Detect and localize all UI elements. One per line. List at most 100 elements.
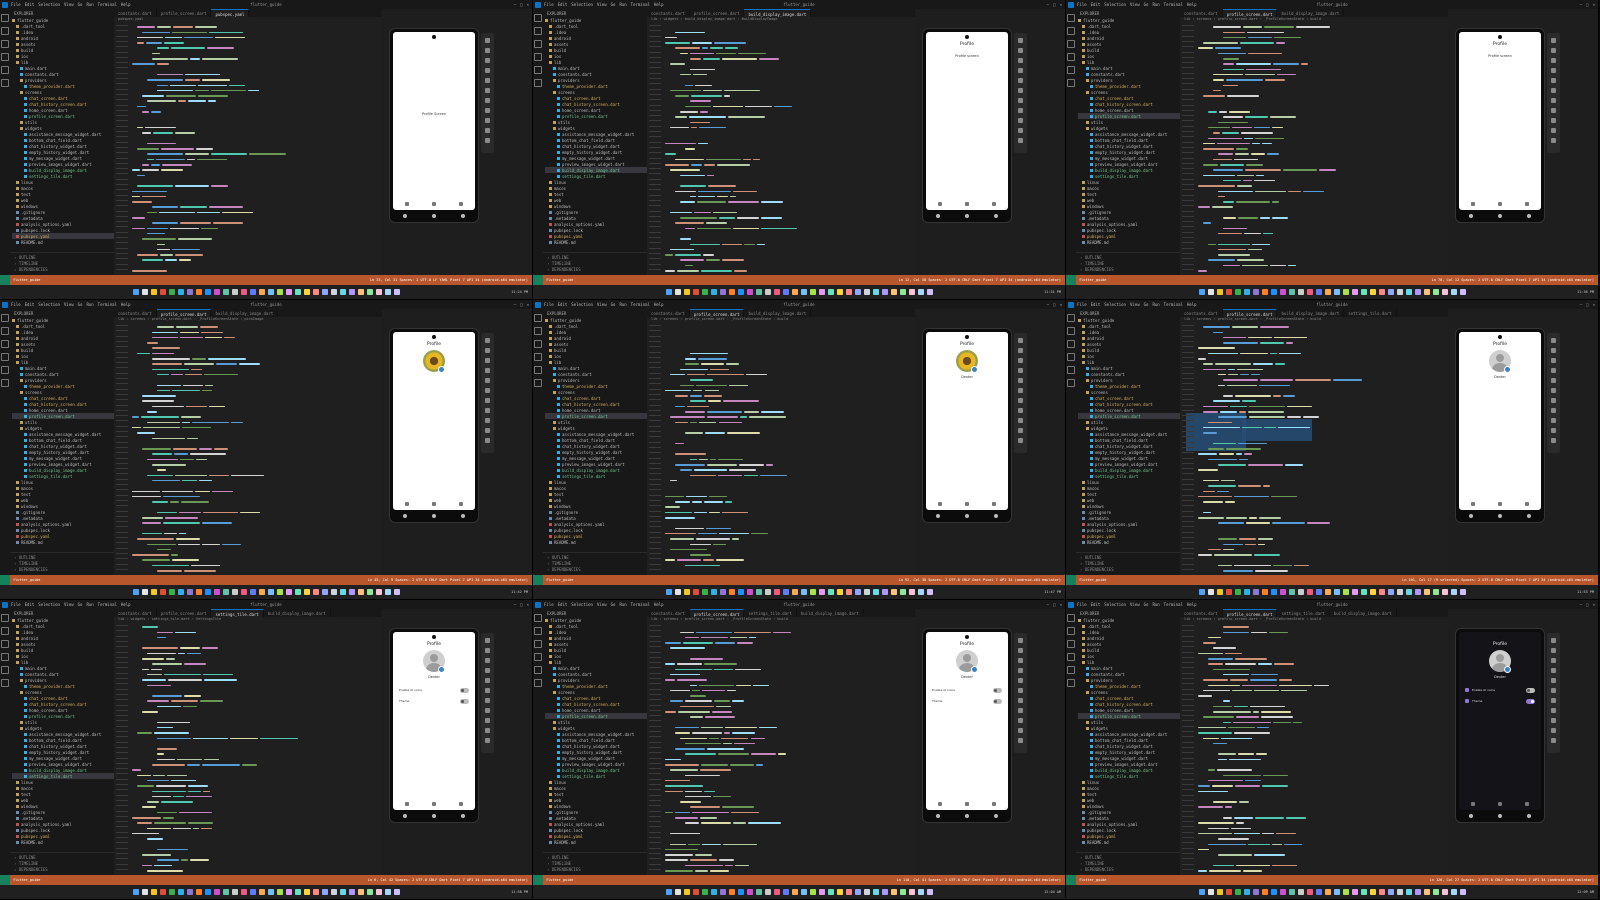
- taskbar-app-icon[interactable]: [1432, 289, 1439, 295]
- home-icon[interactable]: [1018, 718, 1023, 723]
- settings-tile[interactable]: Enable AI voice: [932, 686, 1002, 694]
- editor-tab[interactable]: profile_screen.dart: [1222, 609, 1278, 617]
- taskbar-app-icon[interactable]: [1432, 589, 1439, 595]
- screenshot-icon[interactable]: [1018, 88, 1023, 93]
- taskbar-app-icon[interactable]: [132, 589, 139, 595]
- taskbar-app-icon[interactable]: [1252, 889, 1259, 895]
- taskbar-app-icon[interactable]: [755, 889, 762, 895]
- taskbar-app-icon[interactable]: [827, 289, 834, 295]
- menu-item[interactable]: Go: [1144, 602, 1149, 607]
- power-icon[interactable]: [1018, 38, 1023, 43]
- editor-tab[interactable]: profile_screen.dart: [689, 609, 745, 617]
- profile-icon[interactable]: [992, 502, 997, 506]
- editor-tab[interactable]: constants.dart: [647, 609, 690, 617]
- taskbar-app-icon[interactable]: [366, 289, 373, 295]
- remote-indicator[interactable]: [0, 275, 10, 285]
- editor-tab[interactable]: pubspec.yaml: [211, 9, 250, 17]
- taskbar-app-icon[interactable]: [1279, 889, 1286, 895]
- menu-item[interactable]: Edit: [1091, 302, 1101, 307]
- home-icon[interactable]: [1497, 214, 1502, 218]
- search-icon[interactable]: [1, 27, 9, 35]
- taskbar-app-icon[interactable]: [683, 889, 690, 895]
- taskbar-app-icon[interactable]: [1396, 889, 1403, 895]
- extensions-icon[interactable]: [1, 66, 9, 74]
- back-icon[interactable]: [1551, 108, 1556, 113]
- remote-indicator[interactable]: [0, 875, 10, 885]
- taskbar-app-icon[interactable]: [1387, 289, 1394, 295]
- minimize-icon[interactable]: –: [1047, 2, 1049, 7]
- power-icon[interactable]: [1551, 638, 1556, 643]
- taskbar-app-icon[interactable]: [665, 289, 672, 295]
- recents-icon[interactable]: [1527, 514, 1532, 518]
- taskbar-app-icon[interactable]: [1333, 289, 1340, 295]
- back-icon[interactable]: [485, 708, 490, 713]
- chat-icon[interactable]: [431, 202, 436, 206]
- taskbar-app-icon[interactable]: [755, 589, 762, 595]
- menu-item[interactable]: Edit: [25, 602, 35, 607]
- taskbar-app-icon[interactable]: [1306, 289, 1313, 295]
- menu-item[interactable]: Run: [619, 2, 626, 7]
- taskbar-app-icon[interactable]: [357, 289, 364, 295]
- camera-icon[interactable]: [438, 366, 445, 373]
- taskbar-app-icon[interactable]: [1459, 589, 1466, 595]
- taskbar-app-icon[interactable]: [1216, 589, 1223, 595]
- taskbar-app-icon[interactable]: [890, 289, 897, 295]
- menu-item[interactable]: Edit: [1091, 602, 1101, 607]
- editor-tab[interactable]: constants.dart: [1180, 609, 1223, 617]
- rotate-right-icon[interactable]: [1018, 678, 1023, 683]
- taskbar-app-icon[interactable]: [195, 889, 202, 895]
- taskbar-app-icon[interactable]: [863, 289, 870, 295]
- profile-icon[interactable]: [459, 802, 464, 806]
- setting-switch[interactable]: [1526, 687, 1535, 693]
- home-icon[interactable]: [485, 718, 490, 723]
- files-icon[interactable]: [534, 314, 542, 322]
- taskbar-app-icon[interactable]: [1387, 589, 1394, 595]
- taskbar-app-icon[interactable]: [213, 589, 220, 595]
- menu-item[interactable]: Help: [654, 2, 664, 7]
- menu-item[interactable]: Terminal: [631, 302, 650, 307]
- taskbar-app-icon[interactable]: [1270, 589, 1277, 595]
- taskbar-app-icon[interactable]: [204, 889, 211, 895]
- editor-tab[interactable]: build_display_image.dart: [797, 609, 864, 617]
- volume-down-icon[interactable]: [1551, 658, 1556, 663]
- minimize-icon[interactable]: –: [514, 602, 516, 607]
- taskbar-app-icon[interactable]: [1405, 889, 1412, 895]
- source-control-icon[interactable]: [534, 40, 542, 48]
- remote-indicator[interactable]: [1066, 575, 1076, 585]
- rotate-icon[interactable]: [1018, 68, 1023, 73]
- taskbar-app-icon[interactable]: [1243, 889, 1250, 895]
- taskbar-app-icon[interactable]: [276, 289, 283, 295]
- taskbar-app-icon[interactable]: [926, 889, 933, 895]
- files-icon[interactable]: [1067, 314, 1075, 322]
- home-icon[interactable]: [1551, 718, 1556, 723]
- taskbar-app-icon[interactable]: [1225, 589, 1232, 595]
- overview-icon[interactable]: [1551, 128, 1556, 133]
- taskbar-app-icon[interactable]: [240, 289, 247, 295]
- recents-icon[interactable]: [461, 814, 466, 818]
- menu-item[interactable]: Edit: [1091, 2, 1101, 7]
- taskbar-app-icon[interactable]: [728, 589, 735, 595]
- files-icon[interactable]: [534, 614, 542, 622]
- menu-item[interactable]: View: [1130, 602, 1140, 607]
- taskbar-app-icon[interactable]: [168, 889, 175, 895]
- volume-up-icon[interactable]: [485, 48, 490, 53]
- taskbar-app-icon[interactable]: [1216, 889, 1223, 895]
- taskbar-app-icon[interactable]: [267, 889, 274, 895]
- taskbar-app-icon[interactable]: [1378, 889, 1385, 895]
- maximize-icon[interactable]: □: [1053, 2, 1055, 7]
- taskbar-app-icon[interactable]: [258, 889, 265, 895]
- taskbar-app-icon[interactable]: [141, 889, 148, 895]
- taskbar-app-icon[interactable]: [357, 889, 364, 895]
- recents-icon[interactable]: [461, 214, 466, 218]
- menu-item[interactable]: File: [1077, 602, 1087, 607]
- camera-icon[interactable]: [971, 666, 978, 673]
- files-icon[interactable]: [1067, 14, 1075, 22]
- editor-tab[interactable]: settings_tile.dart: [1344, 309, 1397, 317]
- chat-history-icon[interactable]: [1470, 502, 1475, 506]
- rotate-icon[interactable]: [1551, 668, 1556, 673]
- screenshot-icon[interactable]: [1551, 688, 1556, 693]
- menu-item[interactable]: View: [597, 302, 607, 307]
- taskbar-app-icon[interactable]: [384, 589, 391, 595]
- taskbar-app-icon[interactable]: [366, 589, 373, 595]
- taskbar-app-icon[interactable]: [150, 589, 157, 595]
